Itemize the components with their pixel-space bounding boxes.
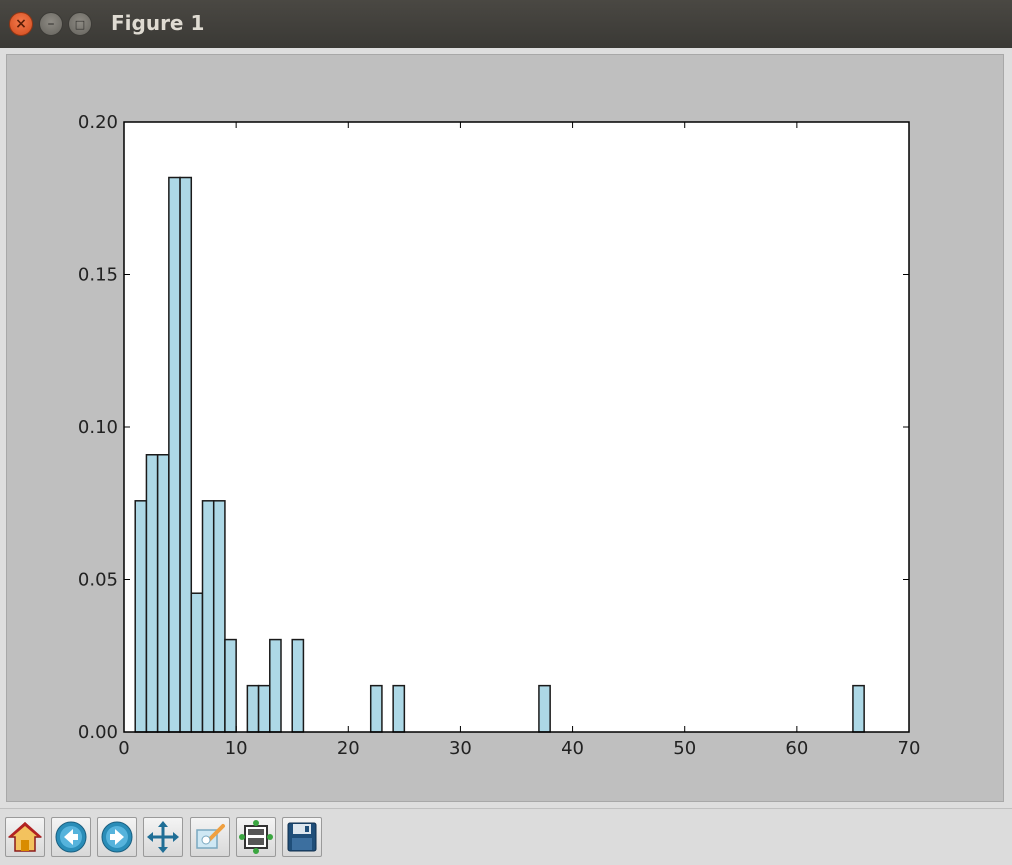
histogram-bar	[168, 176, 181, 733]
forward-arrow-icon	[101, 821, 133, 853]
save-icon	[287, 822, 317, 852]
y-tick-label: 0.20	[78, 112, 118, 133]
histogram-bar	[392, 684, 406, 733]
histogram-bar	[134, 500, 148, 733]
histogram-bar	[269, 638, 282, 733]
pan-button[interactable]	[143, 817, 183, 857]
back-arrow-icon	[55, 821, 87, 853]
x-tick-label: 60	[785, 738, 808, 759]
histogram-bar	[538, 684, 551, 733]
histogram-chart[interactable]: 0 10 20 30 40 50 60 70 0.00 0.05 0.10 0.15 0.20	[7, 55, 1003, 801]
x-tick-label: 30	[449, 738, 472, 759]
zoom-rect-icon	[196, 824, 225, 849]
navigation-toolbar	[0, 808, 1012, 865]
histogram-bar	[369, 684, 383, 733]
histogram-bar	[201, 500, 215, 733]
x-tick-label: 20	[337, 738, 360, 759]
histogram-bar	[246, 684, 260, 733]
figure-area: 0 10 20 30 40 50 60 70 0.00 0.05 0.10 0.15 0.20	[0, 48, 1012, 808]
close-button[interactable]: ×	[9, 12, 33, 36]
histogram-bar	[852, 684, 865, 733]
histogram-bar	[212, 500, 226, 733]
x-tick-label: 50	[673, 738, 696, 759]
y-tick-label: 0.15	[78, 265, 118, 286]
x-tick-label: 40	[561, 738, 584, 759]
home-icon	[8, 821, 42, 852]
y-tick-label: 0.00	[78, 722, 118, 743]
x-tick-label: 10	[225, 738, 248, 759]
subplots-button[interactable]	[236, 817, 276, 857]
x-tick-label: 70	[898, 738, 921, 759]
close-icon: ×	[15, 16, 27, 32]
histogram-bar	[179, 176, 193, 733]
histogram-bar	[190, 592, 204, 733]
maximize-button[interactable]: □	[68, 12, 92, 36]
minimize-icon: –	[47, 16, 55, 32]
y-tick-label: 0.05	[78, 570, 118, 591]
back-button[interactable]	[51, 817, 91, 857]
x-tick-label: 0	[118, 738, 129, 759]
save-button[interactable]	[282, 817, 322, 857]
zoom-button[interactable]	[190, 817, 230, 857]
window-title: Figure 1	[111, 11, 205, 35]
histogram-bar	[156, 454, 170, 733]
maximize-icon: □	[74, 17, 86, 31]
figure-window: × – □ Figure 1 0 10 20 30 40 50 60 70 0.00 0.05 0.…	[0, 0, 1012, 865]
home-button[interactable]	[5, 817, 45, 857]
plot-area	[124, 122, 909, 732]
histogram-bar	[224, 638, 237, 733]
figure-canvas[interactable]: 0 10 20 30 40 50 60 70 0.00 0.05 0.10 0.15 0.20	[6, 54, 1004, 802]
y-tick-label: 0.10	[78, 417, 118, 438]
histogram-bar	[291, 638, 305, 733]
forward-button[interactable]	[97, 817, 137, 857]
configure-subplots-icon	[239, 820, 273, 854]
title-bar[interactable]: × – □ Figure 1	[0, 0, 1012, 49]
histogram-bar	[145, 454, 159, 733]
histogram-bar	[257, 684, 271, 733]
move-icon	[147, 821, 179, 853]
minimize-button[interactable]: –	[39, 12, 63, 36]
